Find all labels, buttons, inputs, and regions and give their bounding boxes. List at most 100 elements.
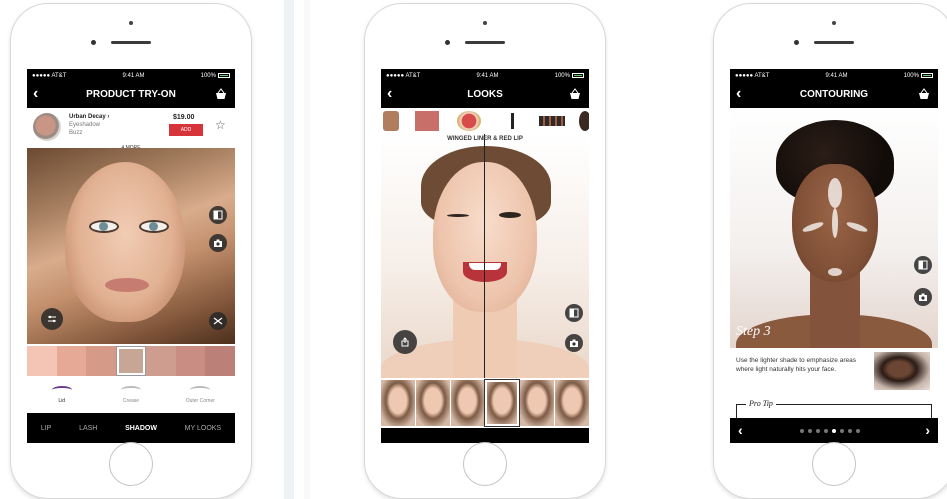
product-brand[interactable]: Urban Decay › bbox=[69, 114, 109, 120]
clock: 9:41 AM bbox=[476, 72, 499, 79]
page-title: CONTOURING bbox=[799, 89, 869, 100]
step-instructions-panel: Use the lighter shade to emphasize areas… bbox=[730, 348, 938, 402]
camera-icon[interactable] bbox=[565, 334, 583, 352]
product-thumb-blush[interactable] bbox=[415, 111, 439, 131]
look-thumbnail[interactable] bbox=[415, 380, 450, 426]
eyeshadow-compact-image bbox=[33, 113, 61, 141]
battery-indicator: 100% bbox=[201, 73, 230, 79]
front-camera bbox=[91, 40, 96, 45]
lid-icon bbox=[51, 386, 72, 394]
battery-percent: 100% bbox=[903, 72, 919, 79]
open-eye bbox=[499, 212, 521, 218]
look-thumbnail[interactable] bbox=[555, 380, 589, 426]
look-products-carousel bbox=[381, 108, 589, 134]
basket-icon[interactable] bbox=[215, 88, 227, 100]
look-thumbnail[interactable] bbox=[520, 380, 555, 426]
shade-swatch[interactable] bbox=[86, 346, 117, 376]
placement-tab-outer-corner[interactable]: Outer Corner bbox=[166, 378, 235, 413]
camera-icon[interactable] bbox=[914, 288, 932, 306]
look-thumbnail[interactable] bbox=[381, 380, 415, 426]
battery-indicator: 100% bbox=[555, 73, 584, 79]
product-thumb-compact[interactable] bbox=[579, 111, 589, 131]
battery-percent: 100% bbox=[200, 72, 216, 79]
front-camera bbox=[445, 40, 450, 45]
teeth bbox=[469, 263, 501, 270]
favorite-star-icon[interactable]: ☆ bbox=[215, 118, 226, 132]
home-button[interactable] bbox=[812, 442, 856, 486]
nav-bar: ‹ LOOKS bbox=[381, 82, 589, 108]
tutorial-video-thumbnail[interactable] bbox=[874, 352, 930, 390]
product-price: $19.00 bbox=[173, 114, 195, 121]
shuffle-icon[interactable] bbox=[209, 312, 227, 330]
status-bar: ●●●●● AT&T 9:41 AM 100% bbox=[27, 69, 235, 82]
basket-icon[interactable] bbox=[918, 88, 930, 100]
step-instruction-text: Use the lighter shade to emphasize areas… bbox=[736, 357, 856, 373]
carrier-label: ●●●●● AT&T bbox=[32, 72, 67, 79]
home-button[interactable] bbox=[109, 442, 153, 486]
page-dot[interactable] bbox=[808, 429, 812, 433]
sensor-dot bbox=[483, 21, 487, 25]
step-pager: ‹ › bbox=[730, 418, 938, 443]
product-thumb-bronzer[interactable] bbox=[383, 111, 399, 131]
shade-swatch[interactable] bbox=[145, 346, 176, 376]
right-eye bbox=[139, 220, 169, 233]
compare-icon[interactable] bbox=[209, 206, 227, 224]
shade-swatch[interactable] bbox=[175, 346, 206, 376]
phone-product-try-on: ●●●●● AT&T 9:41 AM 100% ‹ PRODUCT TRY-ON… bbox=[10, 3, 252, 499]
right-iris bbox=[149, 222, 158, 231]
add-to-basket-button[interactable]: ADD bbox=[169, 124, 203, 136]
page-dot[interactable] bbox=[816, 429, 820, 433]
camera-icon[interactable] bbox=[209, 234, 227, 252]
tab-shadow[interactable]: SHADOW bbox=[125, 425, 157, 432]
page-dot[interactable] bbox=[832, 429, 836, 433]
shade-swatch[interactable] bbox=[116, 346, 146, 376]
shade-swatch[interactable] bbox=[27, 346, 57, 376]
placement-tab-label: Crease bbox=[122, 398, 140, 404]
crease-icon bbox=[120, 386, 141, 394]
product-thumb-eyeshadow-palette[interactable] bbox=[539, 116, 565, 126]
sensor-dot bbox=[129, 21, 133, 25]
tab-lip[interactable]: LIP bbox=[41, 425, 52, 432]
face bbox=[433, 162, 537, 312]
carrier-label: ●●●●● AT&T bbox=[386, 72, 421, 79]
product-card[interactable]: Urban Decay › Eyeshadow Buzz $19.00 ADD … bbox=[27, 108, 235, 153]
look-preview-photo: WINGED LINER & RED LIP bbox=[381, 134, 589, 378]
placement-tab-crease[interactable]: Crease bbox=[96, 378, 165, 413]
page-dot[interactable] bbox=[800, 429, 804, 433]
try-on-face-photo bbox=[27, 148, 235, 344]
next-step-button[interactable]: › bbox=[925, 422, 930, 438]
share-icon[interactable] bbox=[393, 330, 417, 354]
phone-looks: ●●●●● AT&T 9:41 AM 100% ‹ LOOKS WINGED L… bbox=[364, 3, 606, 499]
previous-step-button[interactable]: ‹ bbox=[738, 422, 743, 438]
screen: ●●●●● AT&T 9:41 AM 100% ‹ CONTOURING Ste… bbox=[730, 69, 938, 443]
page-dot[interactable] bbox=[856, 429, 860, 433]
chin-highlight bbox=[828, 268, 842, 276]
before-after-split-line[interactable] bbox=[484, 134, 485, 378]
compare-icon[interactable] bbox=[565, 304, 583, 322]
pro-tip-section[interactable]: Pro Tip bbox=[730, 399, 938, 419]
page-dot[interactable] bbox=[848, 429, 852, 433]
look-thumbnail[interactable] bbox=[450, 380, 485, 426]
compare-icon[interactable] bbox=[914, 256, 932, 274]
panel-divider-left bbox=[284, 0, 294, 499]
screen: ●●●●● AT&T 9:41 AM 100% ‹ LOOKS WINGED L… bbox=[381, 69, 589, 443]
left-iris bbox=[99, 222, 108, 231]
filter-adjust-icon[interactable] bbox=[41, 308, 63, 330]
basket-icon[interactable] bbox=[569, 88, 581, 100]
look-thumbnail[interactable] bbox=[485, 380, 520, 426]
page-dot[interactable] bbox=[824, 429, 828, 433]
shade-swatch[interactable] bbox=[205, 346, 235, 376]
shade-swatch[interactable] bbox=[56, 346, 87, 376]
nav-bar: ‹ CONTOURING bbox=[730, 82, 938, 108]
product-thumb-liner[interactable] bbox=[511, 113, 514, 129]
clock: 9:41 AM bbox=[825, 72, 848, 79]
tab-my-looks[interactable]: MY LOOKS bbox=[185, 425, 221, 432]
product-thumb-palette[interactable] bbox=[457, 111, 481, 131]
tab-lash[interactable]: LASH bbox=[79, 425, 97, 432]
page-title: LOOKS bbox=[467, 89, 503, 100]
home-button[interactable] bbox=[463, 442, 507, 486]
placement-tab-lid[interactable]: Lid bbox=[27, 378, 96, 413]
page-dot[interactable] bbox=[840, 429, 844, 433]
status-bar: ●●●●● AT&T 9:41 AM 100% bbox=[381, 69, 589, 82]
left-eye bbox=[89, 220, 119, 233]
